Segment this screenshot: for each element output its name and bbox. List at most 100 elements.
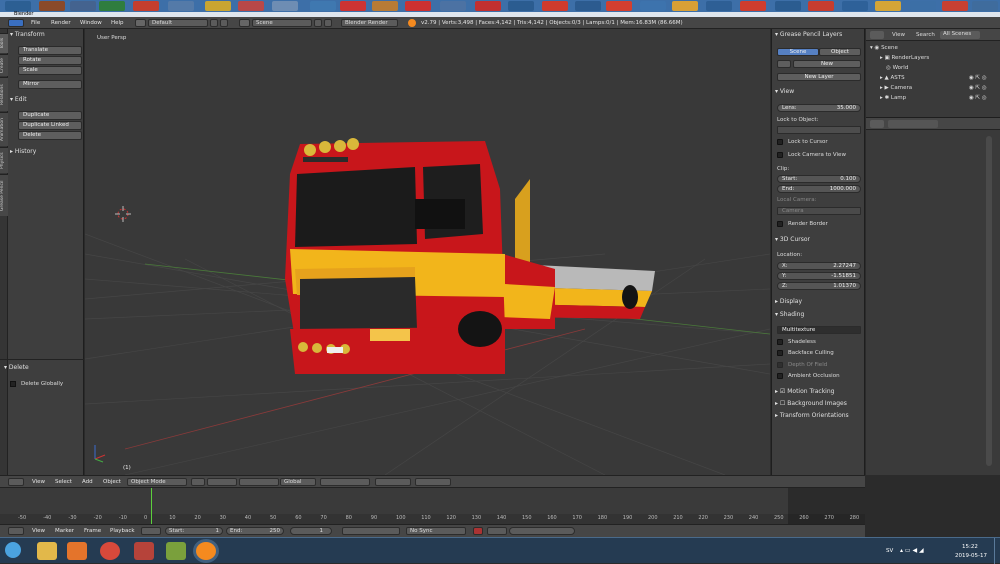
desktop-icon[interactable] [542, 1, 568, 11]
keying-set-field[interactable] [509, 527, 575, 535]
outliner-item-world[interactable]: ◎ World [886, 65, 908, 71]
desktop-icon[interactable] [405, 1, 431, 11]
visibility-eye-icon[interactable]: ◉ ⇱ ◎ [969, 85, 987, 91]
outliner-item-camera[interactable]: ▸ ▶ Camera [880, 85, 912, 91]
keying-set-icon[interactable] [487, 527, 507, 535]
render-engine-selector[interactable]: Blender Render [341, 19, 398, 27]
display-panel-header[interactable]: ▸ Display [775, 298, 802, 305]
viewport-shading-button[interactable] [191, 478, 205, 486]
outliner-editor-icon[interactable] [870, 31, 884, 39]
view-panel-header[interactable]: ▾ View [775, 88, 794, 95]
preview-range-button[interactable] [141, 527, 161, 535]
desktop-icon[interactable] [99, 1, 125, 11]
properties-context-tabs[interactable] [888, 120, 938, 128]
timeline-track[interactable] [0, 488, 865, 514]
file-explorer-icon[interactable] [37, 542, 57, 560]
new-grease-pencil-button[interactable]: New [793, 60, 861, 68]
tab-object[interactable]: Object [819, 48, 861, 56]
chrome-icon[interactable] [100, 542, 120, 560]
timeline[interactable]: -50 -40 -30 -20 -10 0 10 20 30 40 50 60 70 80 90 100 110… [0, 488, 865, 524]
editor-type-icon[interactable] [8, 19, 24, 27]
operator-panel-header[interactable]: ▾ Delete [4, 364, 29, 371]
sync-mode-selector[interactable]: No Sync [406, 527, 466, 535]
properties-editor-icon[interactable] [870, 120, 884, 128]
timeline-menu-marker[interactable]: Marker [55, 528, 74, 534]
transform-orientations-panel-header[interactable]: ▸ Transform Orientations [775, 412, 849, 419]
render-border-checkbox[interactable] [777, 221, 783, 227]
visibility-eye-icon[interactable]: ◉ ⇱ ◎ [969, 75, 987, 81]
cursor-y-field[interactable]: Y: -1.51851 [777, 272, 861, 280]
tray-icons[interactable]: ▴ ▭ ◀ ◢ [900, 547, 924, 554]
desktop-icon[interactable] [672, 1, 698, 11]
desktop-icon[interactable] [972, 1, 998, 11]
desktop-icon[interactable] [808, 1, 834, 11]
outliner-item-renderlayers[interactable]: ▸ ▣ RenderLayers [880, 55, 929, 61]
scene-add-button[interactable] [314, 19, 322, 27]
orientation-selector[interactable]: Global [280, 478, 316, 486]
desktop-icon[interactable] [706, 1, 732, 11]
app-icon[interactable] [166, 542, 186, 560]
clock-date[interactable]: 2019-05-17 [955, 553, 987, 559]
history-panel-header[interactable]: ▸ History [10, 148, 36, 155]
mode-selector[interactable]: Object Mode [127, 478, 187, 486]
desktop-icon[interactable] [372, 1, 398, 11]
manipulator-buttons[interactable] [239, 478, 279, 486]
layout-close-button[interactable] [220, 19, 228, 27]
timeline-menu-view[interactable]: View [32, 528, 45, 534]
desktop-icon[interactable] [875, 1, 901, 11]
depth-of-field-checkbox[interactable] [777, 362, 783, 368]
menu-help[interactable]: Help [111, 20, 124, 26]
outliner-display-mode[interactable]: All Scenes [940, 31, 980, 39]
desktop-icon[interactable] [740, 1, 766, 11]
outliner-item-lamp[interactable]: ▸ ✱ Lamp [880, 95, 906, 101]
desktop-icon[interactable] [575, 1, 601, 11]
start-frame-field[interactable]: Start: 1 [165, 527, 223, 535]
grease-pencil-panel-header[interactable]: ▾ Grease Pencil Layers [775, 31, 842, 38]
shading-mode-selector[interactable]: Multitexture [777, 326, 861, 334]
tab-physics[interactable]: Physics [0, 147, 8, 173]
desktop-icon[interactable] [310, 1, 336, 11]
desktop-icon[interactable] [168, 1, 194, 11]
clip-start-field[interactable]: Start: 0.100 [777, 175, 861, 183]
3d-view-editor-icon[interactable] [8, 478, 24, 486]
layer-buttons[interactable] [320, 478, 370, 486]
blender-taskbar-icon[interactable] [196, 542, 216, 560]
delete-globally-checkbox[interactable] [10, 381, 16, 387]
end-frame-field[interactable]: End: 250 [226, 527, 284, 535]
motion-tracking-panel-header[interactable]: ▸ ☑ Motion Tracking [775, 388, 834, 395]
tab-create[interactable]: Create [0, 54, 8, 76]
desktop-icon[interactable] [842, 1, 868, 11]
shading-panel-header[interactable]: ▾ Shading [775, 311, 804, 318]
clip-end-field[interactable]: End: 1000.000 [777, 185, 861, 193]
tab-relations[interactable]: Relations [0, 77, 8, 111]
local-camera-field[interactable]: Camera [777, 207, 861, 215]
desktop-icon[interactable] [910, 1, 936, 11]
3d-cursor-panel-header[interactable]: ▾ 3D Cursor [775, 236, 810, 243]
desktop-icon[interactable] [775, 1, 801, 11]
translate-button[interactable]: Translate [18, 46, 82, 55]
scene-icon[interactable] [239, 19, 250, 27]
3d-menu-add[interactable]: Add [82, 479, 93, 485]
tab-scene[interactable]: Scene [777, 48, 819, 56]
desktop-icon[interactable] [272, 1, 298, 11]
new-layer-button[interactable]: New Layer [777, 73, 861, 81]
rotate-button[interactable]: Rotate [18, 56, 82, 65]
duplicate-button[interactable]: Duplicate [18, 111, 82, 120]
desktop-icon[interactable] [70, 1, 96, 11]
cursor-x-field[interactable]: X: 2.27247 [777, 262, 861, 270]
current-frame-field[interactable]: 1 [290, 527, 332, 535]
timeline-editor-icon[interactable] [8, 527, 24, 535]
clock-time[interactable]: 15:22 [962, 544, 978, 550]
desktop-icon[interactable] [39, 1, 65, 11]
pivot-selector[interactable] [207, 478, 237, 486]
menu-window[interactable]: Window [80, 20, 102, 26]
desktop-icon[interactable] [238, 1, 264, 11]
scene-selector[interactable]: Scene [252, 19, 312, 27]
desktop-icon[interactable] [340, 1, 366, 11]
ambient-occlusion-checkbox[interactable] [777, 373, 783, 379]
outliner-item-scene[interactable]: ▾ ◉ Scene [870, 45, 898, 51]
menu-render[interactable]: Render [51, 20, 71, 26]
properties-scrollbar[interactable] [986, 136, 992, 466]
duplicate-linked-button[interactable]: Duplicate Linked [18, 121, 82, 130]
delete-button[interactable]: Delete [18, 131, 82, 140]
